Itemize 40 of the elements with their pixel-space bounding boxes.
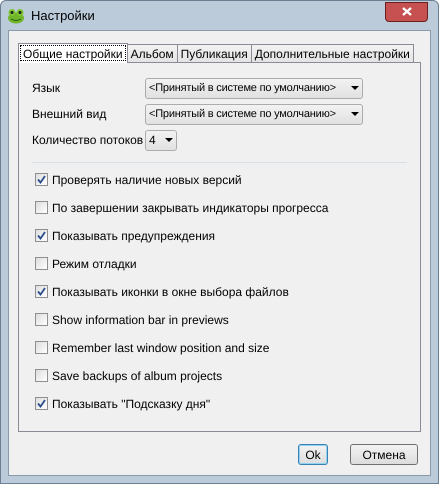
option-label: Показывать "Подсказку дня"	[52, 396, 210, 412]
field-label: Количество потоков	[32, 132, 142, 149]
dropdown[interactable]: <Принятый в системе по умолчанию>	[145, 78, 363, 98]
tab[interactable]: Публикация	[176, 44, 252, 62]
option-label: Показывать предупреждения	[52, 228, 216, 244]
checkbox[interactable]	[35, 341, 48, 354]
checkbox[interactable]	[35, 397, 48, 410]
dropdown[interactable]: 4	[145, 130, 177, 150]
option-label: Show information bar in previews	[52, 312, 229, 328]
dialog-button[interactable]: Отмена	[350, 444, 418, 465]
checkbox[interactable]	[35, 229, 48, 242]
dropdown-value: <Принятый в системе по умолчанию>	[149, 80, 336, 96]
checkbox[interactable]	[35, 313, 48, 326]
checkbox[interactable]	[35, 173, 48, 186]
dropdown[interactable]: <Принятый в системе по умолчанию>	[145, 104, 363, 124]
option-label: Режим отладки	[52, 256, 137, 272]
close-icon	[402, 7, 412, 16]
checkbox[interactable]	[35, 369, 48, 382]
caret-icon	[351, 86, 359, 90]
option-label: Save backups of album projects	[52, 368, 222, 384]
option-label: Показывать иконки в окне выбора файлов	[52, 284, 289, 300]
checkbox[interactable]	[35, 285, 48, 298]
close-button[interactable]	[385, 2, 428, 22]
frog-icon	[7, 8, 25, 24]
dialog-button[interactable]: Ok	[298, 444, 328, 465]
tab[interactable]: Общие настройки	[18, 43, 128, 63]
tab[interactable]: Дополнительные настройки	[250, 44, 414, 62]
dropdown-value: <Принятый в системе по умолчанию>	[149, 106, 336, 122]
dropdown-value: 4	[149, 132, 156, 149]
window-title: Настройки	[31, 6, 96, 25]
checkbox[interactable]	[35, 201, 48, 214]
field-label: Внешний вид	[32, 106, 108, 123]
field-label: Язык	[32, 80, 62, 97]
option-label: Remember last window position and size	[52, 340, 270, 356]
option-label: По завершении закрывать индикаторы прогресса	[52, 200, 328, 216]
caret-icon	[165, 138, 173, 142]
tab[interactable]: Альбом	[126, 44, 178, 62]
caret-icon	[351, 112, 359, 116]
option-label: Проверять наличие новых версий	[52, 172, 242, 188]
checkbox[interactable]	[35, 257, 48, 270]
